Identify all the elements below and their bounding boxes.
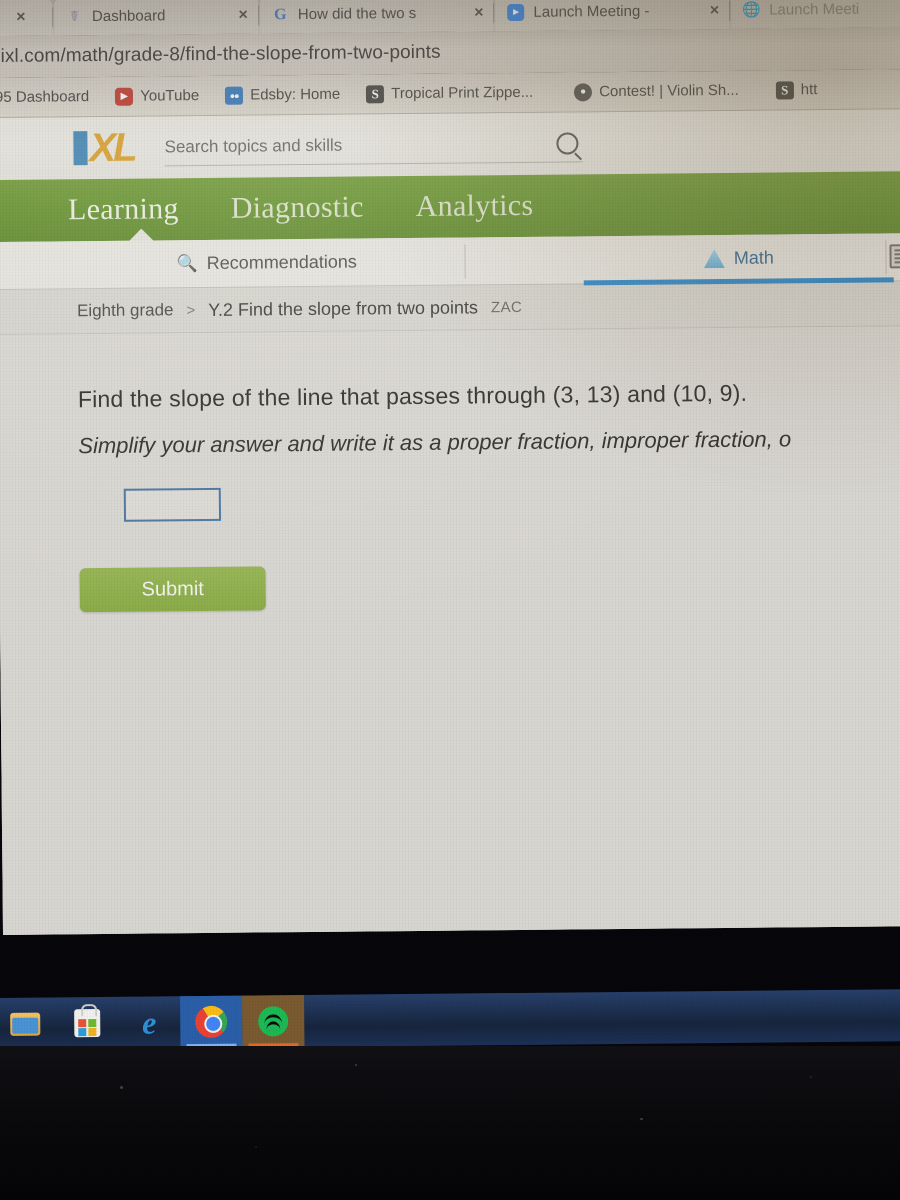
ixl-sub-nav: 🔍 Recommendations Math: [0, 233, 900, 290]
question-area: Find the slope of the line that passes t…: [0, 326, 900, 935]
bookmark-label: YouTube: [140, 87, 200, 105]
subnav-divider: [464, 243, 466, 278]
tab-title: Dashboard: [91, 7, 166, 26]
taskbar-item-edge[interactable]: e: [118, 996, 180, 1049]
windows-taskbar: e: [0, 989, 900, 1050]
youtube-icon: ▶: [115, 87, 134, 106]
breadcrumb-user: ZAC: [490, 298, 523, 316]
tab-close-icon[interactable]: ×: [710, 2, 720, 20]
question-text-line-1: Find the slope of the line that passes t…: [77, 379, 748, 413]
bookmark-item[interactable]: ●● Edsby: Home: [212, 85, 353, 105]
nav-item-analytics[interactable]: Analytics: [416, 189, 534, 224]
contest-icon: ●: [574, 82, 593, 101]
math-pyramid-icon: [704, 249, 725, 268]
ixl-logo-xl-text: XL: [89, 125, 135, 171]
subnav-item-math[interactable]: Math: [704, 234, 774, 283]
dark-desk-area: [0, 1046, 900, 1200]
subnav-label: Recommendations: [206, 251, 357, 273]
ixl-main-nav: Learning Diagnostic Analytics: [0, 171, 900, 242]
breadcrumb-separator: >: [186, 301, 196, 319]
bookmark-label: 95 Dashboard: [0, 88, 90, 106]
clipboard-icon[interactable]: [889, 244, 900, 269]
nav-item-diagnostic[interactable]: Diagnostic: [231, 190, 364, 225]
browser-tab[interactable]: ×: [0, 0, 53, 36]
tab-title: Launch Meeting -: [533, 2, 650, 21]
photographed-laptop-screen: × ☤ Dashboard × G How did the two s × ► …: [0, 0, 900, 1200]
taskbar-item-spotify[interactable]: [241, 995, 305, 1048]
answer-input[interactable]: [123, 487, 222, 522]
google-icon: G: [274, 5, 287, 23]
s-icon: S: [366, 84, 385, 103]
edsby-icon: ●●: [225, 86, 244, 105]
browser-tab-google-search[interactable]: G How did the two s ×: [259, 0, 494, 34]
search-icon[interactable]: [556, 131, 579, 155]
browser-tab-dashboard[interactable]: ☤ Dashboard ×: [53, 0, 259, 36]
nav-item-learning[interactable]: Learning: [68, 192, 179, 227]
taskbar-item-file-explorer[interactable]: [0, 997, 56, 1050]
question-text-line-2: Simplify your answer and write it as a p…: [78, 426, 792, 459]
search-input[interactable]: Search topics and skills: [164, 135, 342, 157]
browser-tab-zoom-meeting[interactable]: ► Launch Meeting - ×: [495, 0, 730, 32]
tab-title: How did the two s: [297, 4, 417, 24]
bookmark-label: Edsby: Home: [250, 85, 341, 104]
breadcrumb-grade[interactable]: Eighth grade: [77, 300, 174, 321]
s-icon: S: [775, 80, 794, 100]
submit-button[interactable]: Submit: [79, 566, 266, 613]
bookmark-label: htt: [800, 81, 818, 99]
subnav-item-recommendations[interactable]: 🔍 Recommendations: [176, 238, 357, 288]
screen-content: × ☤ Dashboard × G How did the two s × ► …: [0, 0, 900, 1046]
breadcrumb-skill: Y.2 Find the slope from two points: [208, 296, 479, 320]
taskbar-item-microsoft-store[interactable]: [56, 997, 118, 1050]
chrome-icon: [195, 1005, 228, 1039]
bookmark-item[interactable]: S htt: [752, 80, 831, 100]
tab-close-icon[interactable]: ×: [238, 6, 248, 24]
bookmark-label: Tropical Print Zippe...: [391, 83, 534, 103]
ixl-logo[interactable]: XL: [73, 125, 135, 171]
spotify-icon: [258, 1006, 289, 1037]
microsoft-store-icon: [74, 1008, 101, 1038]
bookmark-item[interactable]: 95 Dashboard: [0, 88, 102, 106]
bookmark-item[interactable]: ● Contest! | Violin Sh...: [546, 81, 752, 101]
tab-close-icon[interactable]: ×: [16, 8, 26, 26]
bookmark-item[interactable]: ▶ YouTube: [102, 86, 212, 106]
ixl-header: XL Search topics and skills: [0, 109, 900, 180]
ixl-logo-i-bar: [73, 131, 88, 166]
taskbar-item-chrome[interactable]: [179, 995, 243, 1049]
zoom-icon: ►: [507, 3, 525, 22]
subnav-label: Math: [733, 247, 774, 268]
globe-icon: 🌐: [742, 1, 762, 19]
dashboard-icon: ☤: [69, 8, 80, 26]
search-bar[interactable]: Search topics and skills: [164, 124, 583, 167]
bookmark-label: Contest! | Violin Sh...: [599, 81, 739, 101]
subnav-divider: [885, 239, 887, 274]
recommendations-icon: 🔍: [176, 253, 198, 273]
tab-title: Launch Meeti: [769, 0, 860, 19]
address-bar[interactable]: ixl.com/math/grade-8/find-the-slope-from…: [0, 42, 440, 68]
browser-tab-launch-meeting-2[interactable]: 🌐 Launch Meeti: [730, 0, 900, 29]
bookmark-item[interactable]: S Tropical Print Zippe...: [353, 83, 546, 103]
tab-close-icon[interactable]: ×: [474, 4, 484, 22]
file-explorer-icon: [10, 1012, 41, 1036]
edge-icon: e: [141, 1004, 157, 1041]
ixl-page: XL Search topics and skills Learning Dia…: [0, 109, 900, 935]
